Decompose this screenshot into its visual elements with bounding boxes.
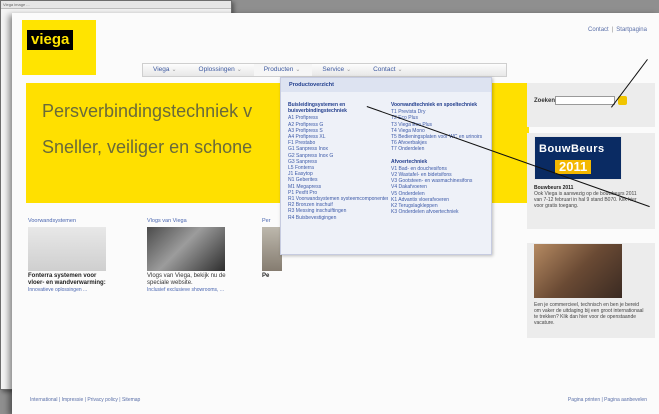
hero-headline: Persverbindingstechniek v	[42, 101, 253, 121]
team-photo[interactable]	[534, 244, 622, 298]
team-box: Een je commercieel, technisch en ben je …	[527, 243, 655, 338]
column-title[interactable]: Voorwandsystemen	[28, 218, 108, 224]
content-column-3: Per Pe	[262, 218, 282, 280]
top-links: Contact | Startpagina	[588, 27, 647, 33]
search-input[interactable]	[555, 96, 615, 105]
dropdown-group-title[interactable]: Afvoertechniek	[391, 159, 491, 165]
background-window-titlebar: Viega image ...	[1, 1, 231, 9]
team-text: Een je commercieel, technisch en ben je …	[534, 302, 644, 326]
viega-logo[interactable]: viega	[22, 20, 96, 75]
dropdown-item[interactable]: R4 Buisbevestigingen	[288, 215, 388, 221]
banner-line-2: 2011	[555, 160, 592, 174]
startpage-link[interactable]: Startpagina	[616, 27, 647, 33]
dropdown-header[interactable]: Productoverzicht	[281, 78, 491, 92]
search-box: Zoeken:	[527, 83, 655, 127]
nav-item-viega[interactable]: Viega	[143, 64, 189, 76]
bouwbeurs-box: BouwBeurs 2011 Bouwbeurs 2011 Ook Viega …	[527, 133, 655, 229]
column-title[interactable]: Vlogs van Viega	[147, 218, 227, 224]
viega-page: viega Contact|Startpagina Viega Oplossin…	[12, 13, 659, 414]
woman-on-floor-image[interactable]	[28, 227, 106, 271]
bouwbeurs-banner[interactable]: BouwBeurs 2011	[534, 136, 622, 180]
footer-links-left[interactable]: International | Impressie | Privacy poli…	[30, 397, 140, 403]
bathroom-image[interactable]	[147, 227, 225, 271]
banner-line-1: BouwBeurs	[539, 143, 605, 155]
search-label: Zoeken:	[534, 98, 558, 104]
column-title[interactable]: Per	[262, 218, 282, 224]
footer-links-right[interactable]: Pagina printen | Pagina aanbevelen	[568, 397, 647, 403]
nav-item-producten[interactable]: Producten	[253, 64, 313, 76]
column-link[interactable]: Innovatieve oplossingen ...	[28, 287, 108, 293]
nav-item-contact[interactable]: Contact	[363, 64, 414, 76]
dropdown-item[interactable]: K3 Onderdelen afvoertechniek	[391, 209, 491, 215]
dropdown-item[interactable]: T7 Onderdelen	[391, 146, 491, 152]
column-heading[interactable]: Fonterra systemen voor vloer- en wandver…	[28, 273, 108, 287]
main-navigation: Viega Oplossingen Producten Service Cont…	[142, 63, 507, 77]
column-link[interactable]: Inclusief exclusieve showrooms, ...	[147, 287, 227, 293]
logo-text: viega	[27, 30, 74, 50]
content-column-fonterra: Voorwandsystemen Fonterra systemen voor …	[28, 218, 108, 293]
dropdown-column-1: Buisleidingsystemen en buisverbindingste…	[288, 102, 388, 221]
column-heading[interactable]: Pe	[262, 273, 282, 280]
nav-item-service[interactable]: Service	[312, 64, 363, 76]
column-heading[interactable]: Vlogs van Viega, bekijk nu de speciale w…	[147, 273, 227, 287]
dropdown-group-title[interactable]: Voorwandtechniek en spoeltechniek	[391, 102, 491, 108]
products-dropdown-menu: Productoverzicht Buisleidingsystemen en …	[280, 77, 492, 255]
nav-item-oplossingen[interactable]: Oplossingen	[189, 64, 254, 76]
column-image[interactable]	[262, 227, 282, 271]
hero-subline: Sneller, veiliger en schone	[42, 137, 253, 157]
content-column-vlogs: Vlogs van Viega Vlogs van Viega, bekijk …	[147, 218, 227, 293]
contact-link[interactable]: Contact	[588, 27, 609, 33]
